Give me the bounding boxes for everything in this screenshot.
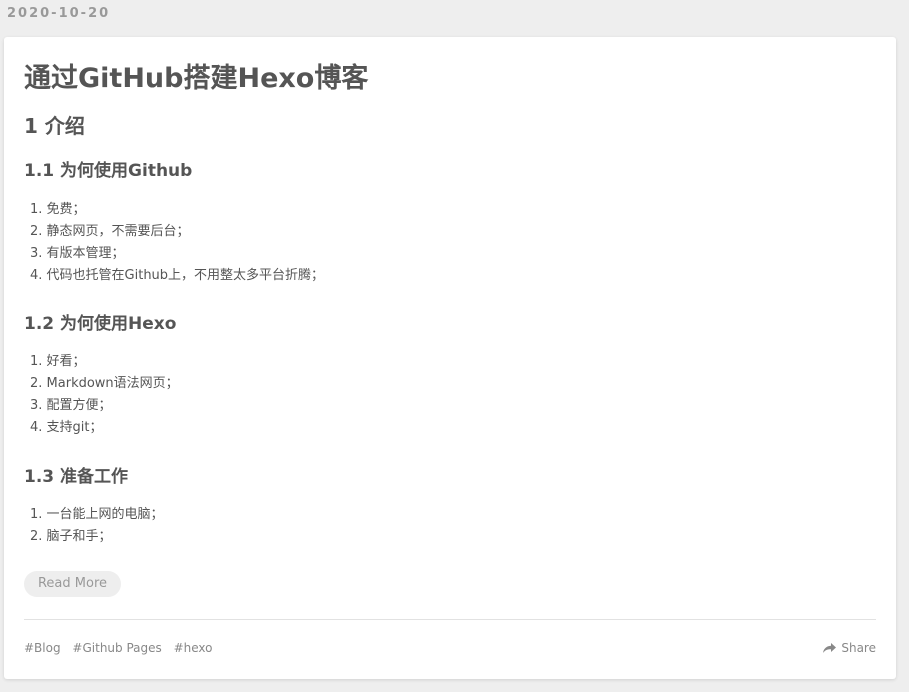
list-item: 2. Markdown语法网页； (30, 376, 179, 391)
read-more-button[interactable]: Read More (24, 571, 121, 597)
tag-hexo[interactable]: #hexo (174, 641, 213, 655)
share-button[interactable]: Share (823, 641, 876, 655)
share-icon (823, 642, 837, 654)
tag-blog[interactable]: #Blog (24, 641, 61, 655)
post-card: 通过GitHub搭建Hexo博客 1 介绍 1.1 为何使用Github 1. … (4, 37, 896, 679)
share-label: Share (841, 641, 876, 655)
post-date: 2020-10-20 (7, 6, 111, 21)
subsection-heading-preparation: 1.3 准备工作 (24, 467, 129, 487)
list-item: 4. 支持git； (30, 420, 103, 435)
list-item: 3. 有版本管理； (30, 246, 125, 261)
list-item: 1. 免费； (30, 202, 86, 217)
post-content: 通过GitHub搭建Hexo博客 1 介绍 1.1 为何使用Github 1. … (24, 37, 876, 679)
tag-list: #Blog #Github Pages #hexo (24, 641, 221, 655)
post-title[interactable]: 通过GitHub搭建Hexo博客 (24, 56, 368, 95)
list-item: 1. 好看； (30, 354, 86, 369)
list-preparation: 1. 一台能上网的电脑； 2. 脑子和手； (30, 504, 164, 548)
list-item: 2. 脑子和手； (30, 529, 112, 544)
section-heading: 1 介绍 (24, 114, 85, 138)
subsection-heading-why-github: 1.1 为何使用Github (24, 161, 193, 181)
tag-github-pages[interactable]: #Github Pages (72, 641, 161, 655)
list-item: 2. 静态网页，不需要后台； (30, 224, 190, 239)
subsection-heading-why-hexo: 1.2 为何使用Hexo (24, 314, 177, 334)
list-item: 4. 代码也托管在Github上，不用整太多平台折腾； (30, 268, 325, 283)
list-why-hexo: 1. 好看； 2. Markdown语法网页； 3. 配置方便； 4. 支持gi… (30, 351, 179, 439)
footer-divider (24, 619, 876, 620)
list-item: 3. 配置方便； (30, 398, 112, 413)
list-item: 1. 一台能上网的电脑； (30, 507, 164, 522)
list-why-github: 1. 免费； 2. 静态网页，不需要后台； 3. 有版本管理； 4. 代码也托管… (30, 199, 324, 287)
